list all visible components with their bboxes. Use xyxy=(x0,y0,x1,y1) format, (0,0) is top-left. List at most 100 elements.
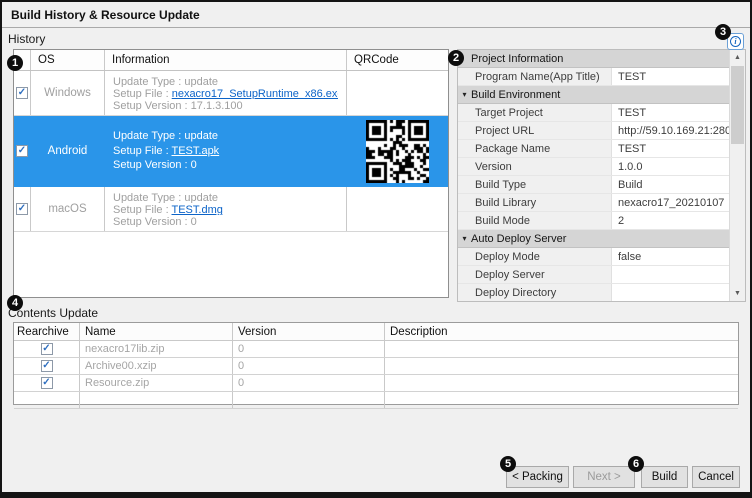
rearchive-checkbox[interactable]: ✓ xyxy=(41,343,53,355)
property-value[interactable]: Build xyxy=(612,179,730,191)
rearchive-checkbox[interactable]: ✓ xyxy=(41,377,53,389)
setup-version-text: Setup Version : 0 xyxy=(113,158,338,173)
header-version[interactable]: Version xyxy=(233,323,385,340)
qrcode-cell xyxy=(347,116,448,186)
qrcode-cell xyxy=(347,187,448,231)
property-value[interactable]: nexacro17_20210107 xyxy=(612,197,730,209)
information-cell: Update Type : updateSetup File : nexacro… xyxy=(105,71,347,115)
setup-file-text: Setup File : nexacro17_SetupRuntime_x86.… xyxy=(113,87,338,99)
next-button[interactable]: Next > xyxy=(573,466,635,488)
property-value[interactable]: TEST xyxy=(612,143,730,155)
scroll-down-icon[interactable]: ▼ xyxy=(730,286,745,301)
header-qrcode[interactable]: QRCode xyxy=(347,50,448,70)
contents-row-archive00-xzip[interactable]: ✓ Archive00.xzip0 xyxy=(14,358,738,375)
property-section-build-environment[interactable]: ▾Build Environment xyxy=(458,86,730,104)
version-cell: 0 xyxy=(233,375,385,391)
history-table: OS Information QRCode ✓WindowsUpdate Typ… xyxy=(13,49,449,298)
row-checkbox[interactable]: ✓ xyxy=(16,87,28,99)
property-label: Version xyxy=(458,158,612,175)
checkbox-cell: ✓ xyxy=(14,71,31,115)
section-expander-icon: ▾ xyxy=(458,90,471,99)
rearchive-checkbox[interactable]: ✓ xyxy=(41,360,53,372)
property-label: Build Type xyxy=(458,176,612,193)
contents-row-nexacro17lib-zip[interactable]: ✓nexacro17lib.zip0 xyxy=(14,341,738,358)
name-cell: Archive00.xzip xyxy=(80,358,233,374)
callout-badge-6: 6 xyxy=(628,456,644,472)
information-cell: Update Type : updateSetup File : TEST.ap… xyxy=(105,116,347,186)
rearchive-cell: ✓ xyxy=(14,358,80,374)
name-cell: Resource.zip xyxy=(80,375,233,391)
os-cell: Windows xyxy=(31,71,105,115)
property-row-deploy-directory: Deploy Directory xyxy=(458,284,730,301)
callout-badge-5: 5 xyxy=(500,456,516,472)
callout-badge-2: 2 xyxy=(448,50,464,66)
update-type-text: Update Type : update xyxy=(113,75,338,87)
property-row-deploy-server: Deploy Server xyxy=(458,266,730,284)
setup-file-link[interactable]: nexacro17_SetupRuntime_x86.exe xyxy=(172,88,338,99)
version-cell xyxy=(233,392,385,408)
build-button[interactable]: Build xyxy=(641,466,688,488)
history-row-windows[interactable]: ✓WindowsUpdate Type : updateSetup File :… xyxy=(14,71,448,116)
update-type-text: Update Type : update xyxy=(113,191,338,203)
properties-scrollbar[interactable]: ▲ ▼ xyxy=(729,50,745,301)
property-value[interactable]: TEST xyxy=(612,71,730,83)
qrcode-cell xyxy=(347,71,448,115)
property-value[interactable]: http://59.10.169.21:28080/appbuil xyxy=(612,125,730,137)
property-row-target-project: Target ProjectTEST xyxy=(458,104,730,122)
property-row-build-mode: Build Mode2 xyxy=(458,212,730,230)
scroll-up-icon[interactable]: ▲ xyxy=(730,50,745,65)
history-row-macos[interactable]: ✓macOSUpdate Type : updateSetup File : T… xyxy=(14,187,448,232)
property-section-auto-deploy-server[interactable]: ▾Auto Deploy Server xyxy=(458,230,730,248)
contents-row-empty xyxy=(14,392,738,409)
property-row-program-name-app-title: Program Name(App Title)TEST xyxy=(458,68,730,86)
dialog-title: Build History & Resource Update xyxy=(11,8,200,22)
checkbox-cell: ✓ xyxy=(14,116,31,186)
version-cell: 0 xyxy=(233,341,385,357)
property-label: Project URL xyxy=(458,122,612,139)
header-os[interactable]: OS xyxy=(31,50,105,70)
property-label: Deploy Mode xyxy=(458,248,612,265)
property-section-project-information[interactable]: Project Information xyxy=(458,50,730,68)
scrollbar-thumb[interactable] xyxy=(731,66,744,144)
qrcode-image[interactable] xyxy=(366,120,429,183)
property-value[interactable]: TEST xyxy=(612,107,730,119)
cancel-button[interactable]: Cancel xyxy=(692,466,740,488)
build-properties-panel: Project Information Program Name(App Titl… xyxy=(457,49,746,302)
property-label: Build Mode xyxy=(458,212,612,229)
header-description[interactable]: Description xyxy=(385,323,738,340)
version-cell: 0 xyxy=(233,358,385,374)
setup-file-link[interactable]: TEST.dmg xyxy=(172,204,223,215)
property-label: Deploy Server xyxy=(458,266,612,283)
history-row-android[interactable]: ✓AndroidUpdate Type : updateSetup File :… xyxy=(14,116,448,187)
history-table-header: OS Information QRCode xyxy=(14,50,448,71)
property-label: Deploy Directory xyxy=(458,284,612,301)
description-cell xyxy=(385,375,738,391)
row-checkbox[interactable]: ✓ xyxy=(16,145,28,157)
property-row-project-url: Project URLhttp://59.10.169.21:28080/app… xyxy=(458,122,730,140)
packing-button[interactable]: < Packing xyxy=(506,466,569,488)
history-section-label: History xyxy=(8,32,45,46)
property-row-package-name: Package NameTEST xyxy=(458,140,730,158)
property-value[interactable]: 1.0.0 xyxy=(612,161,730,173)
row-checkbox[interactable]: ✓ xyxy=(16,203,28,215)
header-rearchive[interactable]: Rearchive xyxy=(14,323,80,340)
property-value[interactable]: false xyxy=(612,251,730,263)
property-label: Build Library xyxy=(458,194,612,211)
build-history-resource-update-dialog: Build History & Resource Update History … xyxy=(0,0,752,498)
setup-file-link[interactable]: TEST.apk xyxy=(172,145,220,157)
header-name[interactable]: Name xyxy=(80,323,233,340)
description-cell xyxy=(385,392,738,408)
contents-update-table: Rearchive Name Version Description ✓nexa… xyxy=(13,322,739,405)
section-label: Build Environment xyxy=(471,89,560,101)
description-cell xyxy=(385,358,738,374)
information-cell: Update Type : updateSetup File : TEST.dm… xyxy=(105,187,347,231)
section-label: Project Information xyxy=(471,53,563,65)
property-row-build-library: Build Librarynexacro17_20210107 xyxy=(458,194,730,212)
name-cell xyxy=(80,392,233,408)
contents-row-resource-zip[interactable]: ✓ Resource.zip0 xyxy=(14,375,738,392)
header-information[interactable]: Information xyxy=(105,50,347,70)
property-value[interactable]: 2 xyxy=(612,215,730,227)
property-label: Program Name(App Title) xyxy=(458,68,612,85)
callout-badge-4: 4 xyxy=(7,295,23,311)
dialog-titlebar: Build History & Resource Update xyxy=(2,2,750,28)
